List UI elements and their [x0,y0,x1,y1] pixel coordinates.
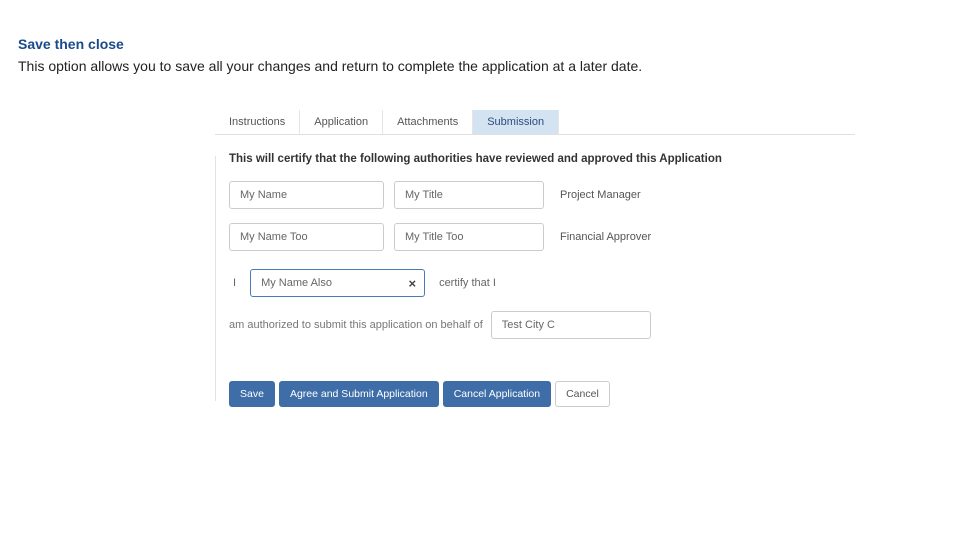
submission-content: This will certify that the following aut… [215,135,855,417]
tab-bar: Instructions Application Attachments Sub… [215,110,855,135]
tab-instructions[interactable]: Instructions [215,110,300,134]
authorization-text: am authorized to submit this application… [229,319,483,331]
inline-post-text: certify that I [435,277,500,289]
section-heading: Save then close [18,36,124,52]
certification-statement: This will certify that the following aut… [229,153,845,165]
organization-field[interactable]: Test City C [491,311,651,339]
tab-attachments[interactable]: Attachments [383,110,473,134]
self-name-value: My Name Also [261,277,332,289]
panel-left-rule [215,156,216,401]
authority-row-2: My Name Too My Title Too Financial Appro… [229,223,845,251]
cancel-button[interactable]: Cancel [555,381,610,407]
title-field-2[interactable]: My Title Too [394,223,544,251]
authorization-row: am authorized to submit this application… [229,311,845,339]
name-field-1[interactable]: My Name [229,181,384,209]
role-label-1: Project Manager [554,189,641,201]
section-description: This option allows you to save all your … [18,58,642,74]
name-field-2[interactable]: My Name Too [229,223,384,251]
role-label-2: Financial Approver [554,231,651,243]
self-certify-row: I My Name Also × certify that I [229,269,845,297]
clear-icon[interactable]: × [408,276,416,291]
tab-submission[interactable]: Submission [473,110,559,134]
tab-application[interactable]: Application [300,110,383,134]
action-button-bar: Save Agree and Submit Application Cancel… [229,381,845,407]
authority-row-1: My Name My Title Project Manager [229,181,845,209]
self-name-field[interactable]: My Name Also × [250,269,425,297]
title-field-1[interactable]: My Title [394,181,544,209]
save-button[interactable]: Save [229,381,275,407]
app-screenshot-panel: Instructions Application Attachments Sub… [215,110,855,417]
cancel-application-button[interactable]: Cancel Application [443,381,551,407]
inline-pre-text: I [229,277,240,289]
agree-submit-button[interactable]: Agree and Submit Application [279,381,439,407]
